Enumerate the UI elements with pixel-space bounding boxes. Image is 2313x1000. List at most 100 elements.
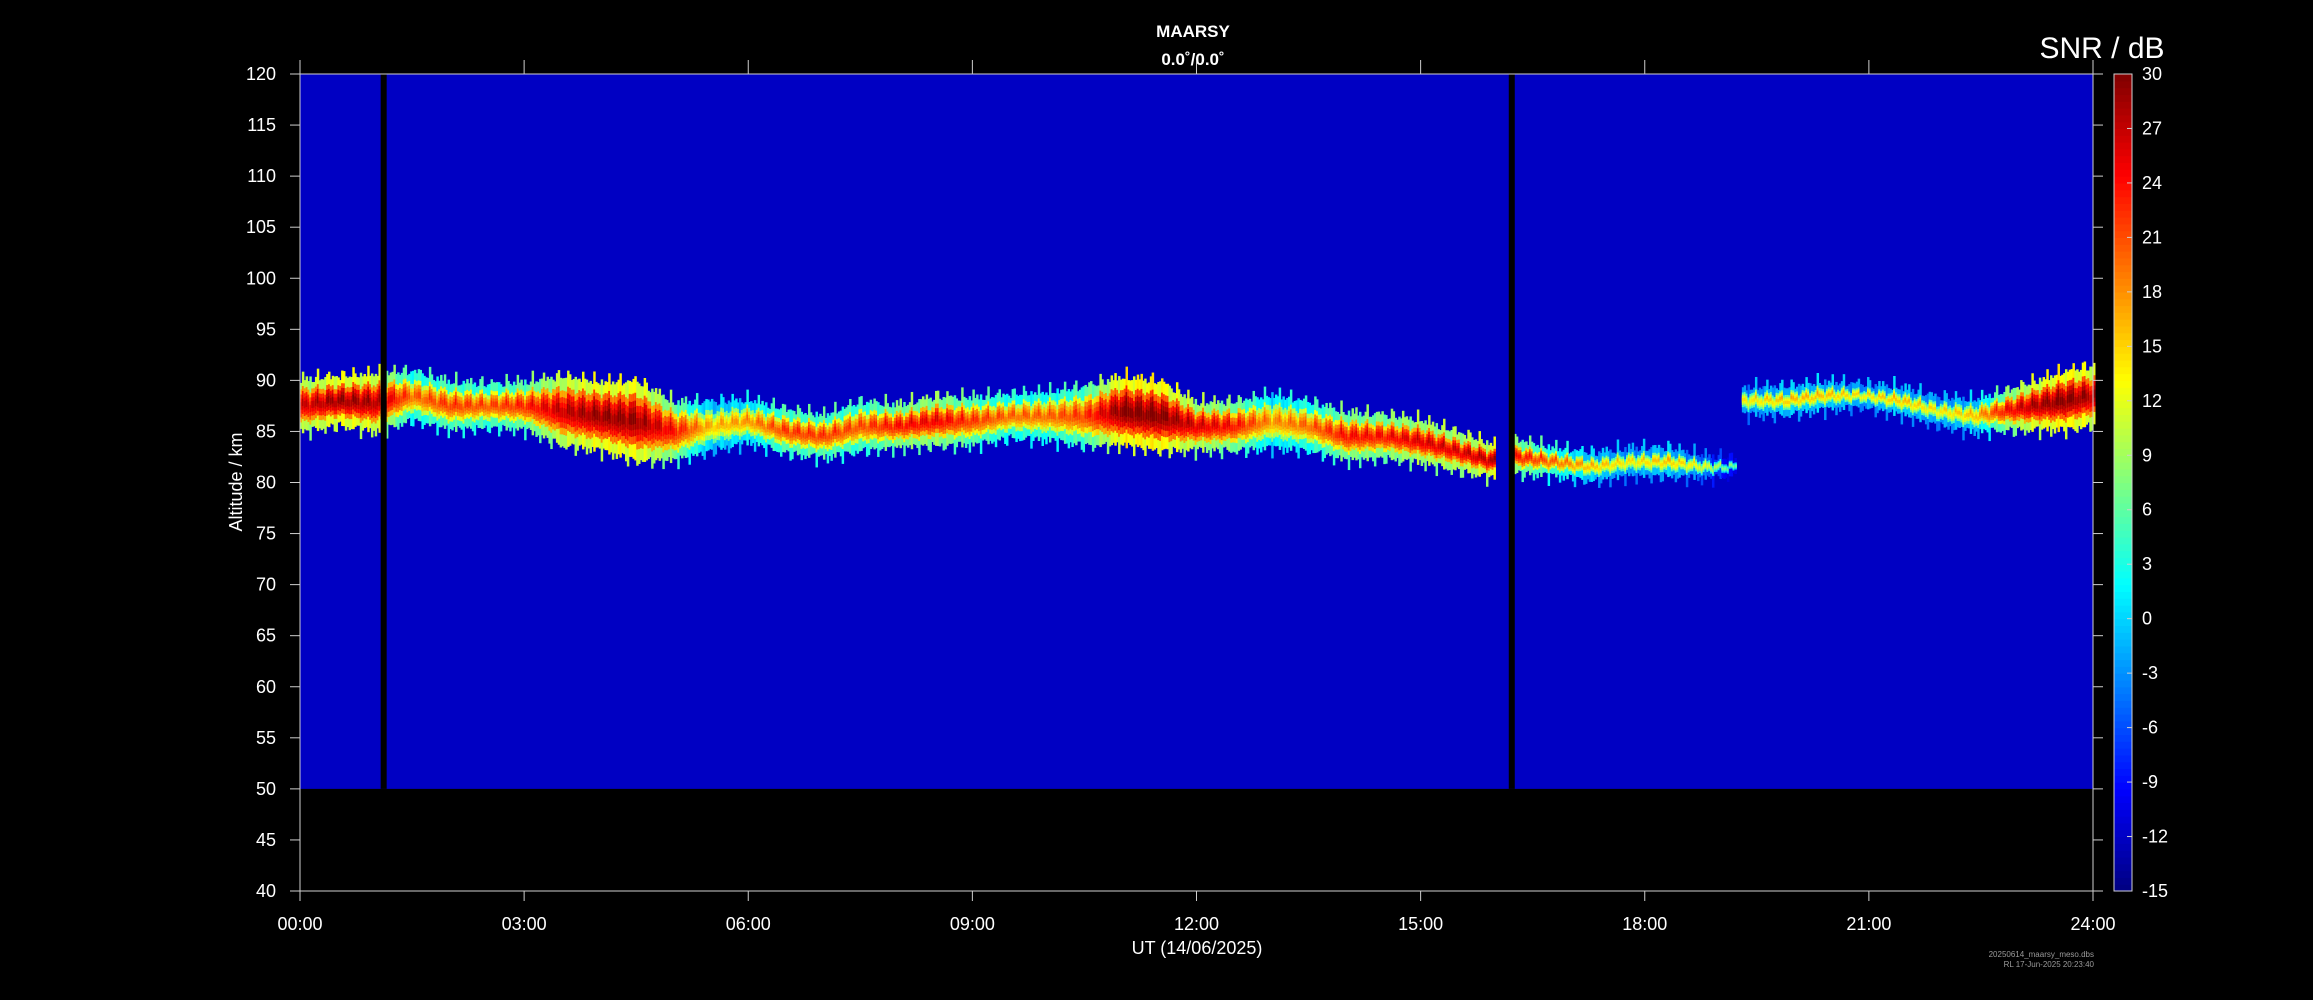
colorbar-segment — [2114, 339, 2132, 347]
colorbar-segment — [2114, 536, 2132, 545]
colorbar-segment — [2114, 359, 2132, 368]
colorbar-segment — [2114, 291, 2132, 300]
colorbar-segment — [2114, 754, 2132, 763]
colorbar-segment — [2114, 448, 2132, 456]
colorbar-tick-label: 15 — [2142, 336, 2162, 356]
colorbar-segment — [2114, 434, 2132, 443]
y-tick-label: 70 — [256, 575, 276, 595]
colorbar-segment — [2114, 441, 2132, 450]
colorbar-segment — [2114, 135, 2132, 143]
colorbar-segment — [2114, 312, 2132, 320]
colorbar-segment — [2114, 319, 2132, 327]
colorbar-segment — [2114, 325, 2132, 334]
y-tick-label: 110 — [247, 166, 276, 186]
colorbar-segment — [2114, 577, 2132, 586]
colorbar-tick-label: -12 — [2142, 827, 2168, 847]
x-tick-label: 09:00 — [950, 914, 995, 934]
colorbar-segment — [2114, 114, 2132, 123]
colorbar-tick-label: 24 — [2142, 173, 2162, 193]
heatmap-layer — [300, 74, 2096, 789]
colorbar-tick-label: 6 — [2142, 500, 2152, 520]
x-tick-label: 15:00 — [1398, 914, 1443, 934]
colorbar-segment — [2114, 666, 2132, 674]
colorbar-segment — [2114, 877, 2132, 885]
y-tick-label: 100 — [246, 268, 276, 288]
colorbar-tick-label: -15 — [2142, 881, 2168, 901]
footer-file-name: 20250614_maarsy_meso.dbs — [1989, 950, 2094, 959]
x-tick-label: 03:00 — [502, 914, 547, 934]
colorbar-segment — [2114, 768, 2132, 776]
colorbar-segment — [2114, 387, 2132, 395]
colorbar-segment — [2114, 346, 2132, 354]
colorbar-tick-label: 3 — [2142, 554, 2152, 574]
colorbar-segment — [2114, 659, 2132, 667]
colorbar-segment — [2114, 884, 2132, 892]
colorbar-segment — [2114, 693, 2132, 701]
colorbar-segment — [2114, 652, 2132, 661]
colorbar-segment — [2114, 462, 2132, 470]
colorbar-segment — [2114, 196, 2132, 204]
colorbar-segment — [2114, 496, 2132, 504]
colorbar-segment — [2114, 720, 2132, 729]
y-tick-label: 40 — [256, 881, 276, 901]
colorbar-segment — [2114, 216, 2132, 225]
colorbar-segment — [2114, 428, 2132, 436]
colorbar-segment — [2114, 584, 2132, 593]
colorbar-segment — [2114, 475, 2132, 484]
y-tick-label: 50 — [256, 779, 276, 799]
colorbar-segment — [2114, 285, 2132, 293]
colorbar-segment — [2114, 257, 2132, 266]
colorbar-segment — [2114, 305, 2132, 313]
colorbar-segment — [2114, 169, 2132, 177]
y-tick-label: 85 — [256, 421, 276, 441]
x-tick-label: 24:00 — [2070, 914, 2115, 934]
colorbar-segment — [2114, 632, 2132, 640]
chart-subtitle: 0.0˚/0.0˚ — [1161, 50, 1224, 69]
x-tick-label: 18:00 — [1622, 914, 1667, 934]
colorbar-segment — [2114, 74, 2132, 82]
colorbar-segment — [2114, 795, 2132, 804]
colorbar-segment — [2114, 598, 2132, 606]
colorbar-segment — [2114, 155, 2132, 164]
colorbar-segment — [2114, 278, 2132, 286]
colorbar-segment — [2114, 203, 2132, 211]
colorbar-segment — [2114, 748, 2132, 756]
colorbar-tick-label: 9 — [2142, 445, 2152, 465]
heatmap-cell — [1734, 465, 1737, 467]
colorbar-segment — [2114, 128, 2132, 136]
colorbar-tick-label: -6 — [2142, 718, 2158, 738]
colorbar-segment — [2114, 182, 2132, 191]
colorbar-segment — [2114, 121, 2132, 130]
colorbar-segment — [2114, 734, 2132, 742]
colorbar-segment — [2114, 176, 2132, 184]
colorbar-segment — [2114, 373, 2132, 381]
colorbar-segment — [2114, 645, 2132, 654]
colorbar-tick-label: 30 — [2142, 64, 2162, 84]
y-tick-label: 95 — [256, 319, 276, 339]
colorbar-segment — [2114, 673, 2132, 681]
colorbar-segment — [2114, 407, 2132, 416]
colorbar-segment — [2114, 482, 2132, 490]
colorbar-segment — [2114, 571, 2132, 579]
colorbar-segment — [2114, 251, 2132, 259]
colorbar-segment — [2114, 713, 2132, 722]
colorbar-segment — [2114, 108, 2132, 116]
snr-heatmap-chart: MAARSY 0.0˚/0.0˚ 00:00 03:00 06:00 09:00 12:… — [226, 22, 2168, 969]
colorbar-segment — [2114, 516, 2132, 524]
colorbar-segment — [2114, 836, 2132, 844]
colorbar-segment — [2114, 856, 2132, 865]
colorbar-segment — [2114, 550, 2132, 558]
colorbar-segment — [2114, 380, 2132, 388]
colorbar-segment — [2114, 366, 2132, 375]
colorbar-segment — [2114, 509, 2132, 518]
colorbar-segment — [2114, 700, 2132, 708]
colorbar-segment — [2114, 353, 2132, 361]
y-tick-label: 75 — [256, 524, 276, 544]
colorbar-tick-label: 27 — [2142, 118, 2162, 138]
x-tick-labels: 00:00 03:00 06:00 09:00 12:00 15:00 18:00 21:00… — [277, 914, 2115, 934]
colorbar-segment — [2114, 332, 2132, 341]
colorbar-tick-label: 0 — [2142, 609, 2152, 629]
colorbar-segment — [2114, 94, 2132, 102]
data-gap-column — [380, 74, 387, 789]
colorbar-segment — [2114, 230, 2132, 238]
